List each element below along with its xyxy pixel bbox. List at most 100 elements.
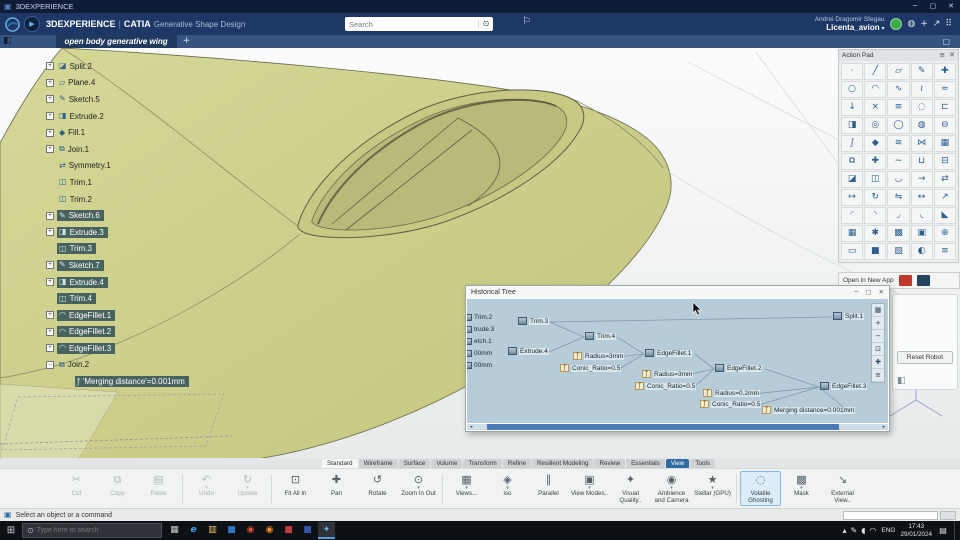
undo-button[interactable]: ↶ ▾ Undo <box>186 471 227 506</box>
overview-icon[interactable]: ▦ <box>872 304 884 317</box>
face-fillet-tool-icon[interactable]: ◞ <box>887 207 910 224</box>
new-tab-button[interactable]: + <box>183 37 191 46</box>
tree-expander[interactable]: + <box>46 311 54 320</box>
views-button[interactable]: ▦ ▾ Views... <box>446 471 487 506</box>
tritangent-fillet-tool-icon[interactable]: ◟ <box>910 207 933 224</box>
material-tool-icon[interactable]: ▨ <box>887 243 910 260</box>
network-icon[interactable]: ◠ <box>869 526 876 535</box>
trim-tool-icon[interactable]: ◫ <box>864 171 887 188</box>
ribbon-tab-review[interactable]: Review <box>594 459 626 468</box>
hist-close-icon[interactable]: ✕ <box>879 289 884 296</box>
spline-tool-icon[interactable]: ∿ <box>887 81 910 98</box>
update-button[interactable]: ↻ ▾ Update <box>227 471 268 506</box>
task-view-icon[interactable]: ▦ <box>166 522 183 539</box>
search-input[interactable] <box>345 19 478 29</box>
shading-mode-tool-icon[interactable]: ■ <box>864 243 887 260</box>
settings-icon[interactable]: ≡ <box>872 369 884 382</box>
untrim-tool-icon[interactable]: ⊔ <box>910 153 933 170</box>
hist-node-merging-distance-0-001mm[interactable]: ƒ Merging distance=0.001mm <box>762 406 856 414</box>
variable-fillet-tool-icon[interactable]: ◝ <box>864 207 887 224</box>
language-indicator[interactable]: ENG <box>881 527 895 534</box>
scroll-right-icon[interactable]: ▸ <box>880 424 888 430</box>
fit-all-in-button[interactable]: ⊡ Fit All In <box>275 471 316 506</box>
taskbar-search[interactable]: ⊙ <box>22 523 162 538</box>
boundary-tool-icon[interactable]: ◌ <box>910 99 933 116</box>
chrome-icon[interactable]: ◉ <box>242 522 259 539</box>
axis-system-tool-icon[interactable]: ✚ <box>933 63 956 80</box>
sphere-tool-icon[interactable]: ◯ <box>887 117 910 134</box>
command-options-button[interactable] <box>940 510 956 520</box>
extrapolate-tool-icon[interactable]: → <box>910 171 933 188</box>
workspace-selector[interactable]: Licenta_avion <box>826 23 879 32</box>
hist-node-radius-0-2mm[interactable]: ƒ Radius=0.2mm <box>703 389 760 397</box>
hist-node-extrude-4[interactable]: Extrude.4 <box>508 347 549 355</box>
tree-node-extrude-4[interactable]: ◨ Extrude.4 <box>57 276 108 288</box>
tree-expander[interactable]: − <box>46 360 54 369</box>
hist-node-edgefillet-3[interactable]: EdgeFillet.3 <box>820 382 868 390</box>
tree-expander[interactable]: + <box>46 112 54 121</box>
notifications-icon[interactable]: ▤ <box>937 526 949 535</box>
ribbon-tab-view[interactable]: View <box>665 459 690 468</box>
circular-pattern-tool-icon[interactable]: ✱ <box>864 225 887 242</box>
volatile-ghosting-button[interactable]: ◌ Volatile Ghosting <box>740 471 781 506</box>
tree-node-plane-4[interactable]: ▱ Plane.4 <box>57 77 99 88</box>
parallel-button[interactable]: ∥ Parallel <box>528 471 569 506</box>
invert-tool-icon[interactable]: ⇄ <box>933 171 956 188</box>
affinity-tool-icon[interactable]: ↗ <box>933 189 956 206</box>
point-tool-icon[interactable]: · <box>841 63 864 80</box>
paste-button[interactable]: ▤ Paste <box>138 471 179 506</box>
tree-node-join-2[interactable]: ⧉ Join.2 <box>57 359 93 370</box>
conic-tool-icon[interactable]: ≀ <box>910 81 933 98</box>
hide-show-tool-icon[interactable]: ◐ <box>910 243 933 260</box>
compass-play-icon[interactable]: ▶ <box>24 16 40 32</box>
capture-icon[interactable] <box>916 275 930 286</box>
firefox-icon[interactable]: ◉ <box>261 522 278 539</box>
helix-tool-icon[interactable]: ≈ <box>933 81 956 98</box>
show-desktop-button[interactable] <box>954 521 957 540</box>
multi-section-tool-icon[interactable]: ≋ <box>887 135 910 152</box>
translate-tool-icon[interactable]: ↦ <box>841 189 864 206</box>
start-button[interactable]: ⊞ <box>0 525 22 536</box>
app-blue-icon[interactable]: ■ <box>223 522 240 539</box>
chamfer-tool-icon[interactable]: ◣ <box>933 207 956 224</box>
tree-node-fill-1[interactable]: ◆ Fill.1 <box>57 127 89 138</box>
action-pad-close-icon[interactable]: ✕ <box>949 52 955 59</box>
scroll-thumb[interactable] <box>487 424 839 430</box>
presence-icon[interactable] <box>890 18 903 30</box>
iso-button[interactable]: ◈ ▾ iso <box>487 471 528 506</box>
tag-icon[interactable]: ⚐ <box>522 17 531 27</box>
copy-button[interactable]: ⧉ Copy <box>97 471 138 506</box>
tree-expander[interactable]: + <box>46 95 54 104</box>
tree-expander[interactable]: + <box>46 344 54 353</box>
sketch-tool-icon[interactable]: ✎ <box>910 63 933 80</box>
alerts-icon[interactable]: ◍ <box>907 19 915 29</box>
rotate-button[interactable]: ↺ Rotate <box>357 471 398 506</box>
edge-browser-icon[interactable]: e <box>185 522 202 539</box>
pen-icon[interactable]: ✎ <box>850 526 857 535</box>
tree-node-extrude-2[interactable]: ◨ Extrude.2 <box>57 111 108 122</box>
smooth-curve-tool-icon[interactable]: ∼ <box>887 153 910 170</box>
historical-tree-canvas[interactable]: Trim.2 trude.3 etch.1 00mm 00mm Trim.3 Split.… <box>467 299 888 423</box>
stellar-gpu-button[interactable]: ★ ▾ Stellar (GPU) <box>692 471 733 506</box>
extrude-tool-icon[interactable]: ◨ <box>841 117 864 134</box>
ribbon-tab-refine[interactable]: Refine <box>502 459 531 468</box>
offset-curve-tool-icon[interactable]: ≡ <box>887 99 910 116</box>
tree-node-sketch-6[interactable]: ✎ Sketch.6 <box>57 210 104 222</box>
hist-node-edgefillet-1[interactable]: EdgeFillet.1 <box>645 349 693 357</box>
visual-quality-button[interactable]: ✦ Visual Quality.. <box>610 471 651 506</box>
tree-expander[interactable]: + <box>46 278 54 287</box>
hist-node-trim-3[interactable]: Trim.3 <box>518 317 550 325</box>
zoom-in-icon[interactable]: + <box>872 317 884 330</box>
hist-node-conic-ratio-0-5[interactable]: ƒ Conic_Ratio=0.5 <box>635 382 697 390</box>
historical-tree-titlebar[interactable]: Historical Tree ─ ▢ ✕ <box>466 286 889 299</box>
hist-node-radius-3mm[interactable]: ƒ Radius=3mm <box>642 370 694 378</box>
cut-button[interactable]: ✂ Cut <box>56 471 97 506</box>
clock[interactable]: 17:43 29/01/2024 <box>900 523 932 538</box>
volume-icon[interactable]: ◖ <box>861 526 865 535</box>
hist-scrollbar[interactable]: ◂ ▸ <box>467 424 888 430</box>
tree-expander[interactable]: + <box>46 62 54 71</box>
tree-node-split-2[interactable]: ◪ Split.2 <box>57 61 96 72</box>
tree-node-edgefillet-1[interactable]: ◠ EdgeFillet.1 <box>57 309 116 321</box>
line-tool-icon[interactable]: ╱ <box>864 63 887 80</box>
mask-button[interactable]: ▩ ▾ Mask <box>781 471 822 506</box>
